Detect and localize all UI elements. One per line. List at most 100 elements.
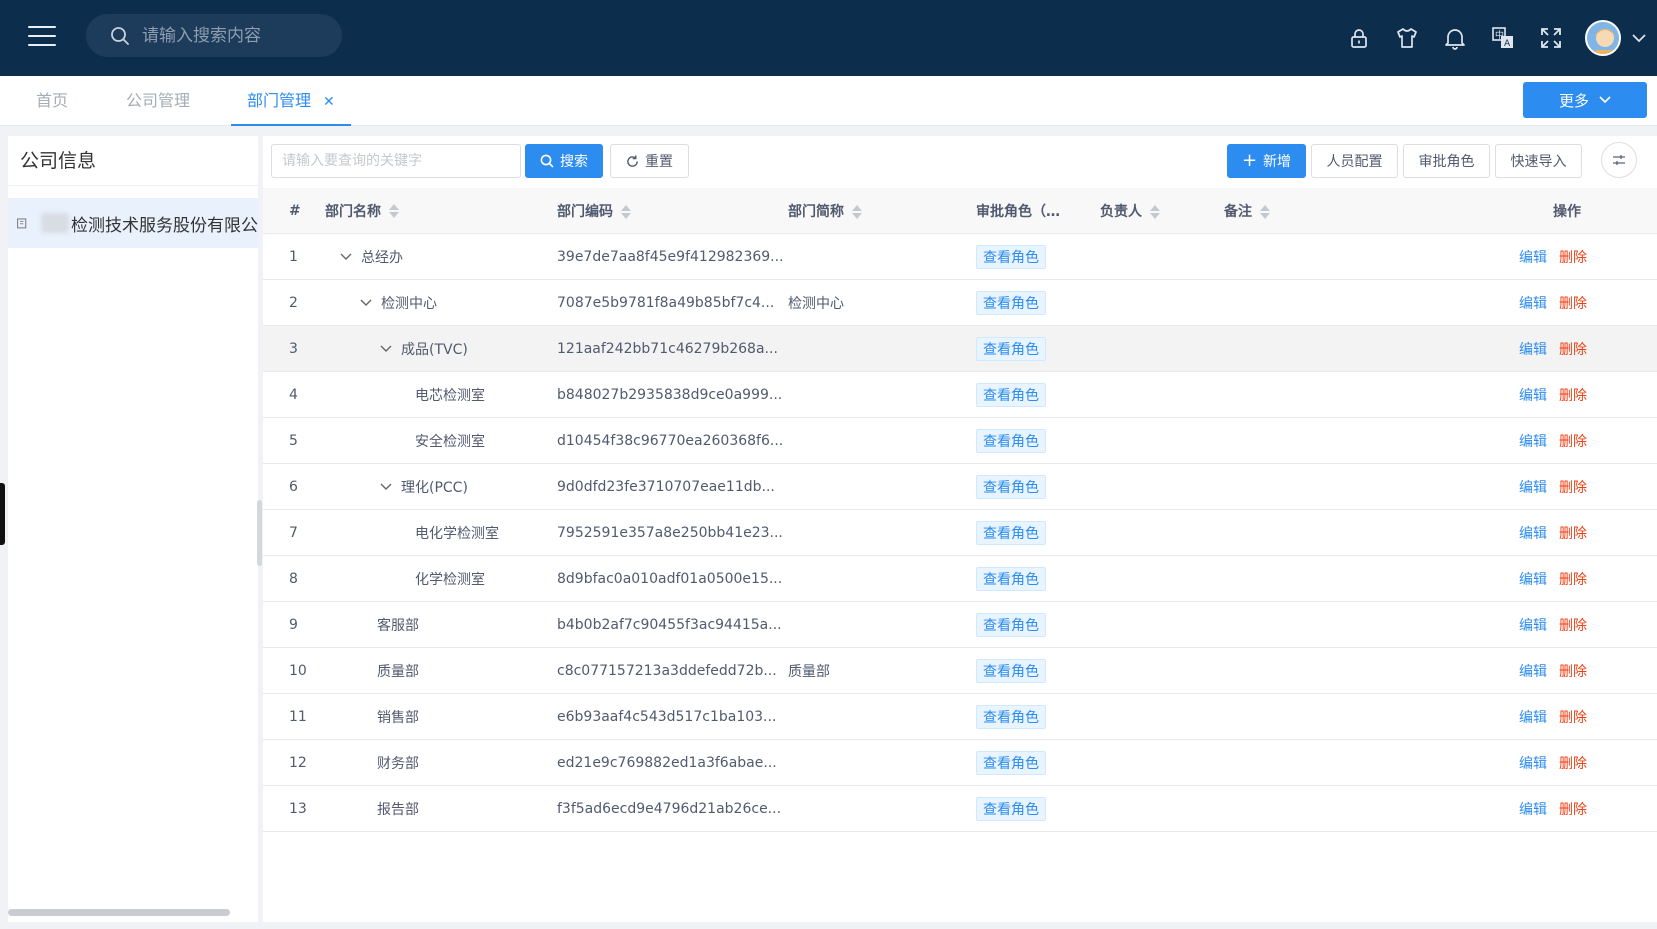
ops-cell: 编辑 删除: [1504, 523, 1657, 543]
chevron-down-icon[interactable]: [1621, 14, 1657, 62]
view-role-button[interactable]: 查看角色: [976, 750, 1046, 775]
global-search-input[interactable]: [142, 25, 332, 46]
horizontal-scrollbar[interactable]: [8, 909, 230, 916]
col-code-header[interactable]: 部门编码: [557, 201, 788, 221]
sort-icon[interactable]: [1150, 204, 1160, 219]
table-row[interactable]: 6 理化(PCC) 9d0dfd23fe3710707eae11db... 查看…: [263, 464, 1657, 510]
delete-link[interactable]: 删除: [1559, 293, 1587, 313]
table-row[interactable]: 12 财务部 ed21e9c769882ed1a3f6abae... 查看角色 …: [263, 740, 1657, 786]
view-role-button[interactable]: 查看角色: [976, 336, 1046, 361]
sort-icon[interactable]: [621, 204, 631, 219]
view-role-button[interactable]: 查看角色: [976, 474, 1046, 499]
edit-link[interactable]: 编辑: [1519, 569, 1547, 589]
table-row[interactable]: 10 质量部 c8c077157213a3ddefedd72b... 质量部 查…: [263, 648, 1657, 694]
edit-link[interactable]: 编辑: [1519, 753, 1547, 773]
col-owner-header[interactable]: 负责人: [1100, 201, 1224, 221]
col-index-header: #: [289, 202, 301, 219]
table-row[interactable]: 2 检测中心 7087e5b9781f8a49b85bf7c4... 检测中心 …: [263, 280, 1657, 326]
chevron-down-icon[interactable]: [379, 480, 393, 494]
global-search[interactable]: [86, 14, 342, 57]
delete-link[interactable]: 删除: [1559, 431, 1587, 451]
edit-link[interactable]: 编辑: [1519, 431, 1547, 451]
staff-config-button[interactable]: 人员配置: [1311, 144, 1398, 178]
delete-link[interactable]: 删除: [1559, 799, 1587, 819]
search-button[interactable]: 搜索: [525, 144, 603, 178]
tab-department-management[interactable]: 部门管理 ✕: [231, 76, 351, 126]
table-row[interactable]: 13 报告部 f3f5ad6ecd9e4796d21ab26ce... 查看角色…: [263, 786, 1657, 832]
bell-icon[interactable]: [1431, 14, 1479, 62]
edit-link[interactable]: 编辑: [1519, 615, 1547, 635]
delete-link[interactable]: 删除: [1559, 569, 1587, 589]
table-row[interactable]: 8 化学检测室 8d9bfac0a010adf01a0500e15... 查看角…: [263, 556, 1657, 602]
tab-home[interactable]: 首页: [20, 76, 84, 126]
view-role-button[interactable]: 查看角色: [976, 290, 1046, 315]
delete-link[interactable]: 删除: [1559, 247, 1587, 267]
department-code: d10454f38c96770ea260368f6...: [557, 432, 784, 449]
view-role-button[interactable]: 查看角色: [976, 428, 1046, 453]
quick-import-button[interactable]: 快速导入: [1495, 144, 1582, 178]
close-icon[interactable]: ✕: [323, 94, 335, 110]
col-abbr-header[interactable]: 部门简称: [788, 201, 976, 221]
table-row[interactable]: 7 电化学检测室 7952591e357a8e250bb41e23... 查看角…: [263, 510, 1657, 556]
view-role-button[interactable]: 查看角色: [976, 566, 1046, 591]
department-panel: 搜索 重置 + 新增 人员配置 审批角色 快速导入 # 部门名称 部门编码 部门…: [263, 136, 1657, 922]
shirt-icon[interactable]: [1383, 14, 1431, 62]
role-cell: 查看角色: [976, 290, 1100, 315]
user-avatar[interactable]: [1585, 20, 1621, 56]
more-button[interactable]: 更多: [1523, 82, 1647, 118]
chevron-down-icon[interactable]: [379, 342, 393, 356]
table-row[interactable]: 11 销售部 e6b93aaf4c543d517c1ba103... 查看角色 …: [263, 694, 1657, 740]
edge-drag-handle[interactable]: [0, 483, 5, 545]
col-remark-header[interactable]: 备注: [1224, 201, 1504, 221]
edit-link[interactable]: 编辑: [1519, 477, 1547, 497]
delete-link[interactable]: 删除: [1559, 615, 1587, 635]
edit-link[interactable]: 编辑: [1519, 385, 1547, 405]
chevron-down-icon[interactable]: [359, 296, 373, 310]
add-button[interactable]: + 新增: [1227, 144, 1306, 178]
edit-link[interactable]: 编辑: [1519, 339, 1547, 359]
table-row[interactable]: 1 总经办 39e7de7aa8f45e9f412982369... 查看角色 …: [263, 234, 1657, 280]
edit-link[interactable]: 编辑: [1519, 247, 1547, 267]
table-row[interactable]: 5 安全检测室 d10454f38c96770ea260368f6... 查看角…: [263, 418, 1657, 464]
view-role-button[interactable]: 查看角色: [976, 658, 1046, 683]
table-row[interactable]: 3 成品(TVC) 121aaf242bb71c46279b268a... 查看…: [263, 326, 1657, 372]
delete-link[interactable]: 删除: [1559, 753, 1587, 773]
department-name: 总经办: [361, 249, 403, 266]
tab-company-management[interactable]: 公司管理: [110, 76, 206, 126]
edit-link[interactable]: 编辑: [1519, 523, 1547, 543]
view-role-button[interactable]: 查看角色: [976, 244, 1046, 269]
view-role-button[interactable]: 查看角色: [976, 382, 1046, 407]
table-row[interactable]: 4 电芯检测室 b848027b2935838d9ce0a999... 查看角色…: [263, 372, 1657, 418]
view-role-button[interactable]: 查看角色: [976, 796, 1046, 821]
delete-link[interactable]: 删除: [1559, 661, 1587, 681]
view-role-button[interactable]: 查看角色: [976, 520, 1046, 545]
company-tree-node[interactable]: 检测技术服务股份有限公: [8, 198, 258, 248]
edit-link[interactable]: 编辑: [1519, 661, 1547, 681]
translate-icon[interactable]: 中A: [1479, 14, 1527, 62]
hamburger-menu-icon[interactable]: [28, 26, 56, 48]
panel-resizer[interactable]: [257, 500, 262, 566]
sort-icon[interactable]: [389, 203, 399, 218]
lock-icon[interactable]: [1335, 14, 1383, 62]
delete-link[interactable]: 删除: [1559, 523, 1587, 543]
table-row[interactable]: 9 客服部 b4b0b2af7c90455f3ac94415a... 查看角色 …: [263, 602, 1657, 648]
keyword-search-input[interactable]: [271, 144, 521, 178]
sort-icon[interactable]: [1260, 204, 1270, 219]
sort-icon[interactable]: [852, 204, 862, 219]
approval-role-button[interactable]: 审批角色: [1403, 144, 1490, 178]
column-settings-button[interactable]: [1601, 142, 1637, 178]
chevron-down-icon[interactable]: [339, 250, 353, 264]
delete-link[interactable]: 删除: [1559, 707, 1587, 727]
edit-link[interactable]: 编辑: [1519, 293, 1547, 313]
fullscreen-icon[interactable]: [1527, 14, 1575, 62]
col-name-header[interactable]: 部门名称: [325, 201, 557, 221]
row-index: 7: [289, 524, 298, 541]
delete-link[interactable]: 删除: [1559, 385, 1587, 405]
reset-button[interactable]: 重置: [610, 144, 689, 178]
view-role-button[interactable]: 查看角色: [976, 704, 1046, 729]
view-role-button[interactable]: 查看角色: [976, 612, 1046, 637]
delete-link[interactable]: 删除: [1559, 477, 1587, 497]
edit-link[interactable]: 编辑: [1519, 707, 1547, 727]
delete-link[interactable]: 删除: [1559, 339, 1587, 359]
edit-link[interactable]: 编辑: [1519, 799, 1547, 819]
